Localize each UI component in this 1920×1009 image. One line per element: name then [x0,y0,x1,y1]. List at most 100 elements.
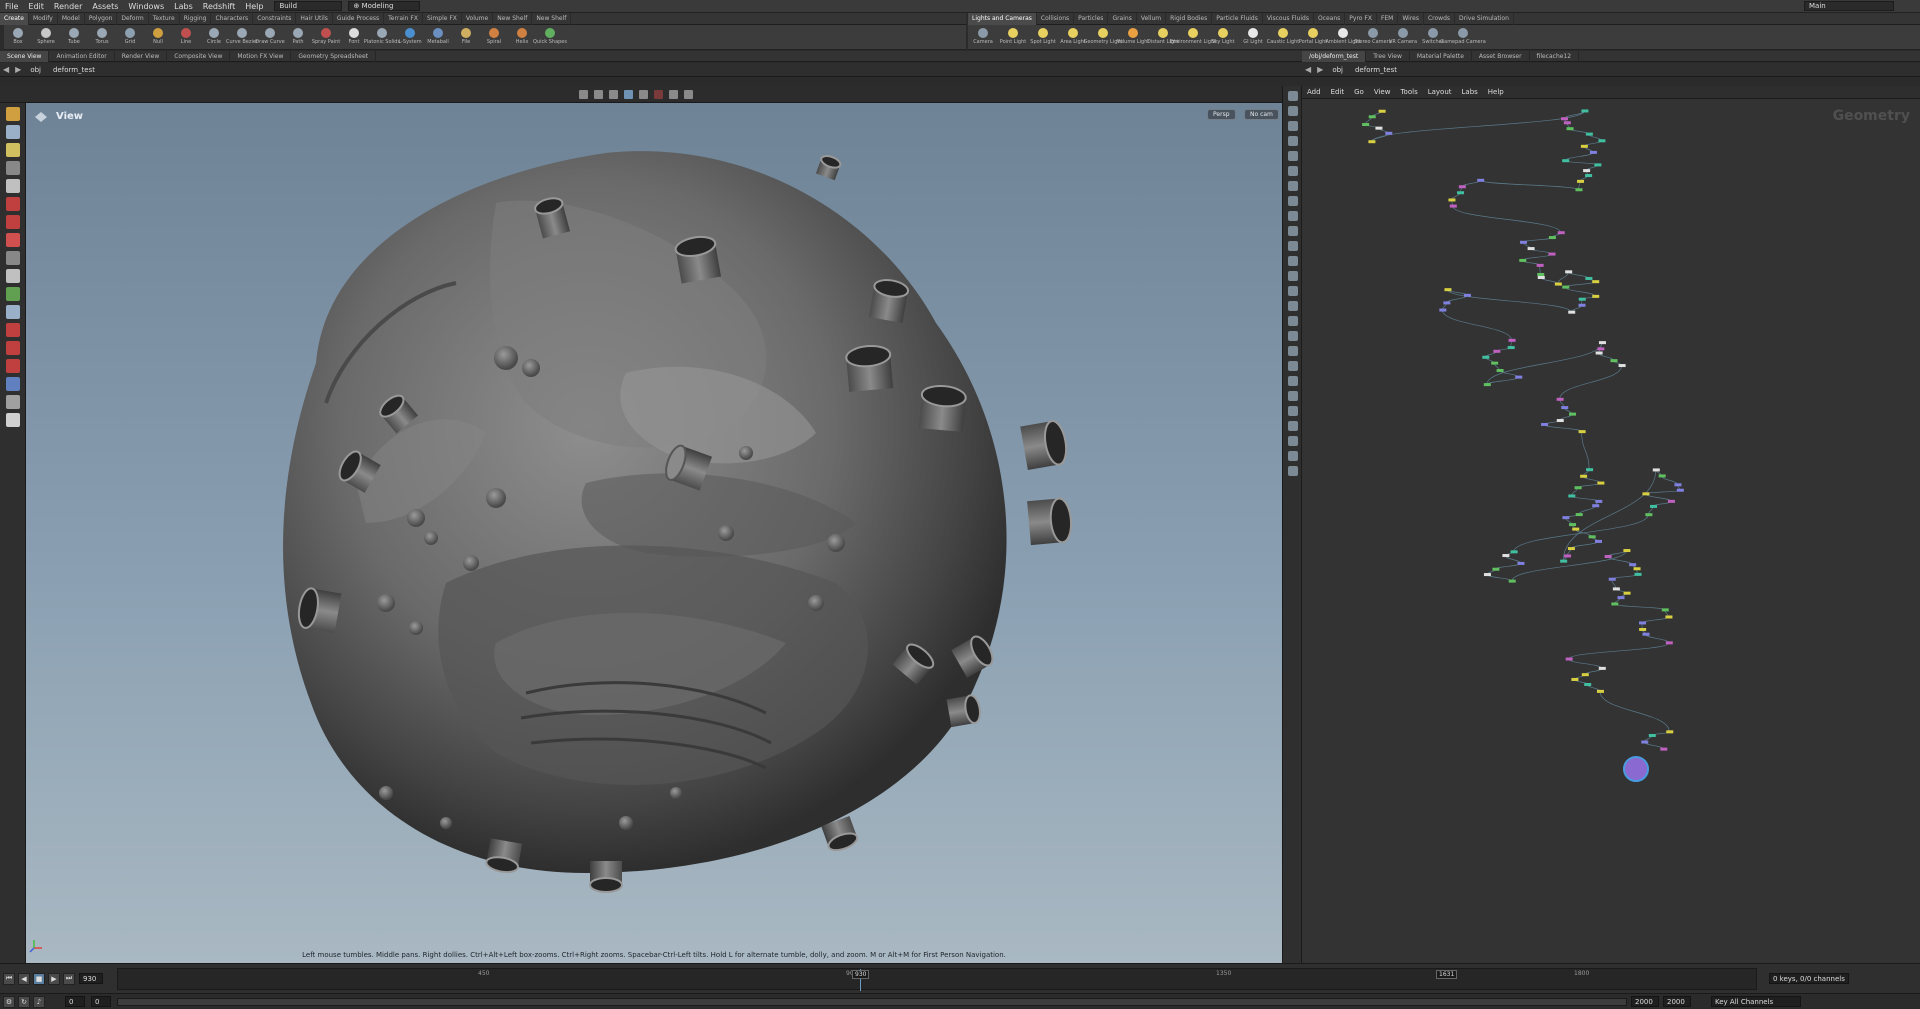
graph-node[interactable] [1562,285,1570,289]
shelf-tool[interactable]: Grid [116,25,144,50]
graph-node[interactable] [1496,369,1504,373]
graph-node[interactable] [1574,486,1582,490]
graph-node[interactable] [1597,347,1605,351]
shelf-tab[interactable]: Crowds [1424,12,1456,25]
display-option-icon[interactable] [1288,466,1298,476]
path-context[interactable]: obj [24,63,47,77]
shelf-tab[interactable]: Oceans [1314,12,1346,25]
camera-lock-icon[interactable] [669,89,678,99]
display-option-icon[interactable] [1288,376,1298,386]
shelf-tool[interactable]: VR Camera [1388,25,1418,50]
shelf-tool[interactable]: Metaball [424,25,452,50]
graph-node[interactable] [1564,554,1572,558]
shelf-tab[interactable]: Simple FX [423,12,462,25]
shelf-tool[interactable]: Platonic Solids [364,25,400,50]
graph-node[interactable] [1443,301,1451,305]
graph-node[interactable] [1610,359,1618,363]
graph-node[interactable] [1554,282,1562,286]
graph-node[interactable] [1594,163,1602,167]
display-option-icon[interactable] [1288,406,1298,416]
shelf-tool[interactable]: GI Light [1238,25,1268,50]
tool-icon[interactable] [6,125,20,139]
shelf-tool[interactable]: Switcher [1418,25,1448,50]
snap-icon[interactable] [579,89,588,99]
graph-node[interactable] [1604,555,1612,559]
back-arrow-icon[interactable]: ◀ [1302,63,1314,77]
end-frame-field[interactable]: 2000 [1631,996,1659,1007]
shelf-tab[interactable]: Guide Process [333,12,385,25]
path-context[interactable]: obj [1326,63,1349,77]
graph-node[interactable] [1642,632,1650,636]
shelf-tab[interactable]: Wires [1398,12,1424,25]
shelf-tool[interactable]: Area Light [1058,25,1088,50]
shelf-tool[interactable]: Stereo Camera [1354,25,1392,50]
range-slider[interactable] [117,997,1627,1006]
graph-node[interactable] [1565,657,1573,661]
pane-tab[interactable]: filecache12 [1530,50,1580,62]
shelf-tool[interactable]: Point Light [998,25,1028,50]
shelf-tab[interactable]: Collisions [1037,12,1075,25]
graph-node[interactable] [1562,516,1570,520]
pane-tab[interactable]: /obj/deform_test [1302,50,1367,62]
graph-node[interactable] [1633,567,1641,571]
graph-node[interactable] [1588,535,1596,539]
graph-node[interactable] [1548,252,1556,256]
tool-icon[interactable] [6,215,20,229]
display-option-icon[interactable] [1288,301,1298,311]
graph-node[interactable] [1569,412,1577,416]
graph-node[interactable] [1585,276,1593,280]
menu-item[interactable]: Help [240,0,268,13]
graph-node[interactable] [1541,422,1549,426]
network-menu-item[interactable]: Labs [1457,86,1483,99]
tool-icon[interactable] [6,143,20,157]
pane-tab[interactable]: Asset Browser [1472,50,1530,62]
display-option-icon[interactable] [1288,271,1298,281]
graph-node[interactable] [1597,481,1605,485]
graph-node[interactable] [1568,494,1576,498]
tool-icon[interactable] [6,197,20,211]
graph-node[interactable] [1641,740,1649,744]
graph-node[interactable] [1491,361,1499,365]
realtime-icon[interactable]: ⚙ [3,995,15,1008]
jump-start-icon[interactable]: ⏮ [3,972,15,985]
output-node[interactable] [1623,756,1649,782]
display-option-icon[interactable] [1288,226,1298,236]
graph-node[interactable] [1623,549,1631,553]
graph-node[interactable] [1449,204,1457,208]
shelf-tab[interactable]: Lights and Cameras [968,12,1037,25]
graph-node[interactable] [1572,527,1580,531]
menu-item[interactable]: Redshift [198,0,240,13]
graph-node[interactable] [1592,294,1600,298]
snap-grid-icon[interactable] [594,89,603,99]
graph-node[interactable] [1483,383,1491,387]
graph-node[interactable] [1585,132,1593,136]
network-menu-item[interactable]: Edit [1326,86,1350,99]
graph-node[interactable] [1378,109,1386,113]
pane-tab[interactable]: Scene View [0,50,50,62]
graph-node[interactable] [1611,602,1619,606]
loop-icon[interactable]: ↻ [18,995,30,1008]
tool-icon[interactable] [6,323,20,337]
graph-node[interactable] [1458,185,1466,189]
pane-tab[interactable]: Composite View [167,50,231,62]
graph-node[interactable] [1598,666,1606,670]
display-option-icon[interactable] [1288,121,1298,131]
tool-icon[interactable] [6,161,20,175]
display-option-icon[interactable] [1288,166,1298,176]
display-options-icon[interactable] [684,89,693,99]
snap-multi-icon[interactable] [624,89,633,99]
forward-arrow-icon[interactable]: ▶ [12,63,24,77]
snap-options-icon[interactable] [639,89,648,99]
graph-node[interactable] [1650,504,1658,508]
graph-node[interactable] [1665,615,1673,619]
shelf-tab[interactable]: Volume [462,12,494,25]
graph-node[interactable] [1648,733,1656,737]
tool-icon[interactable] [6,395,20,409]
network-menu-item[interactable]: Layout [1423,86,1457,99]
stop-icon[interactable]: ■ [33,972,45,985]
shelf-tab[interactable]: Particle Fluids [1212,12,1263,25]
graph-node[interactable] [1578,297,1586,301]
graph-node[interactable] [1368,115,1376,119]
graph-node[interactable] [1639,627,1647,631]
graph-node[interactable] [1457,191,1465,195]
